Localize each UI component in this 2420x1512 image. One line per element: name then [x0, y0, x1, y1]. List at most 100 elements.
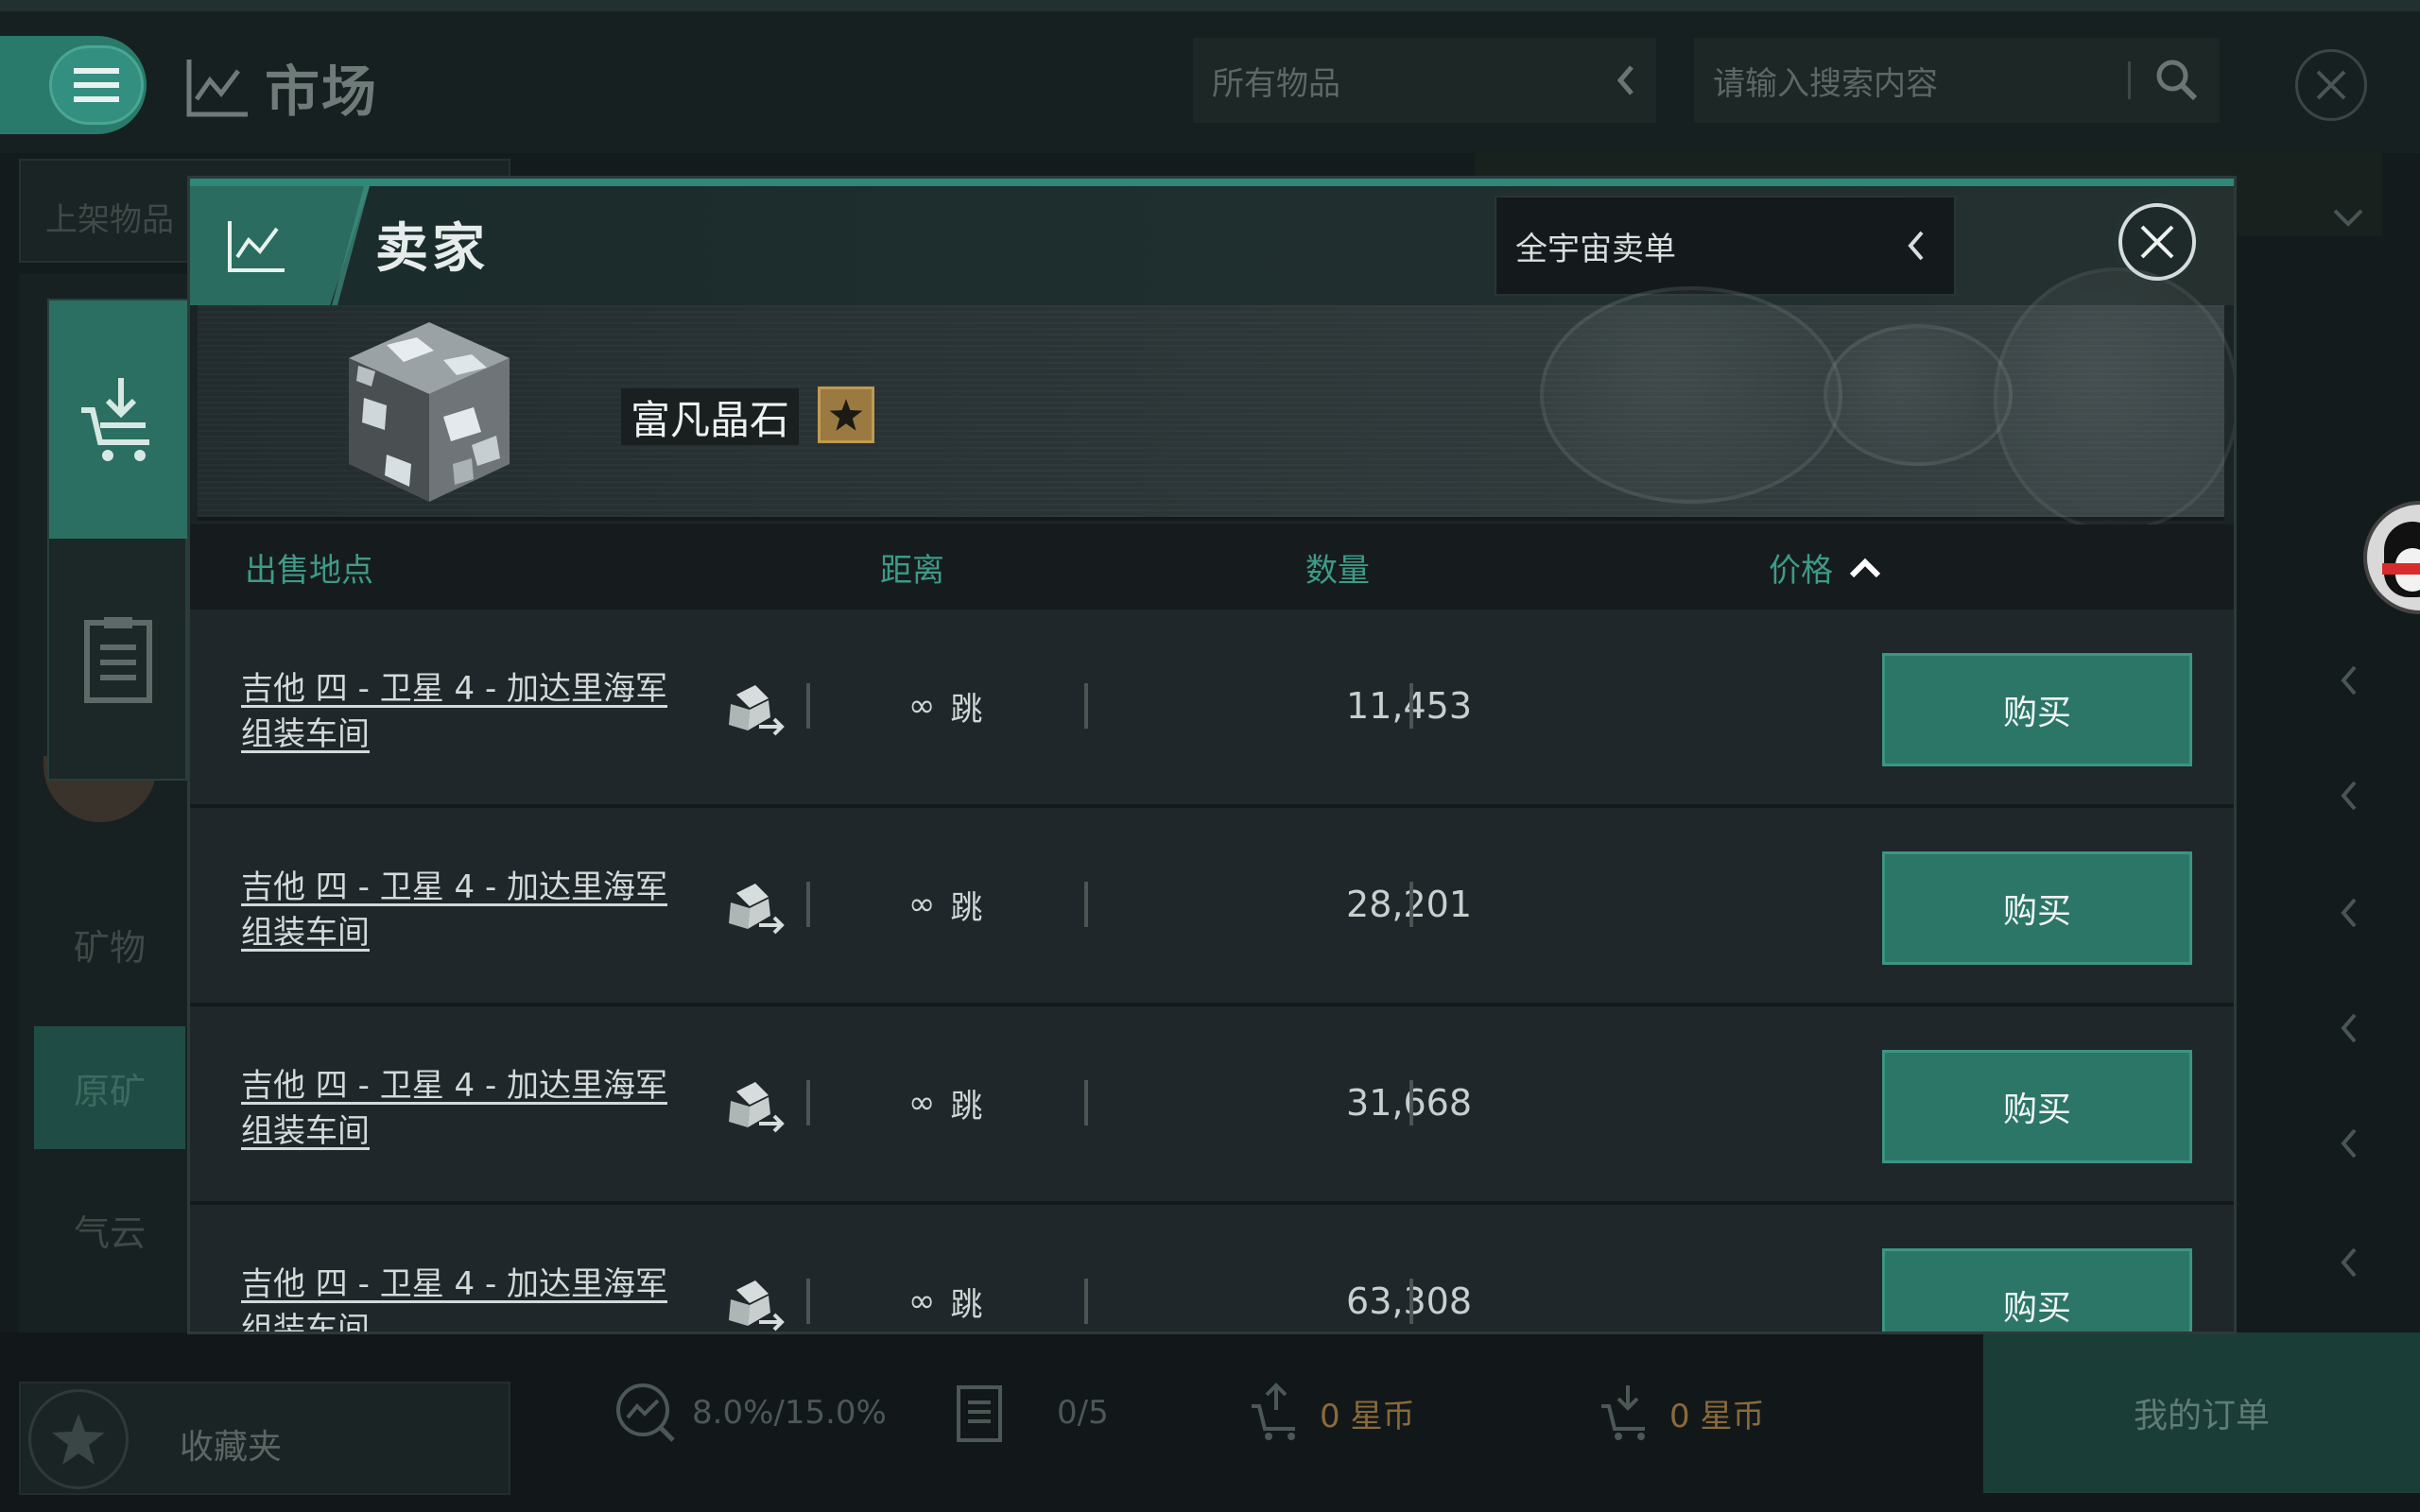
chevron-down-icon[interactable] [2329, 189, 2367, 246]
tax-chart-icon [616, 1383, 675, 1442]
distance-cell: ∞ 跳 [908, 1073, 982, 1133]
market-title-group: 市场 [185, 49, 378, 125]
order-scope-value: 全宇宙卖单 [1515, 230, 1676, 268]
orders-count: 0/5 [1057, 1394, 1109, 1432]
tax-stat: 8.0%/15.0% [614, 1380, 887, 1446]
avatar[interactable] [2363, 501, 2420, 614]
dock-sell-button[interactable] [49, 301, 187, 539]
distance-unit: 跳 [950, 1285, 983, 1324]
cart-upload-icon [1252, 1383, 1295, 1440]
market-title: 市场 [265, 60, 379, 124]
category-gas-cloud[interactable]: 气云 [34, 1168, 185, 1291]
column-divider [1409, 1279, 1413, 1324]
chevron-left-icon[interactable] [2329, 652, 2367, 709]
location-link[interactable]: 吉他 四 - 卫星 4 - 加达里海军 组装车间 [241, 1262, 714, 1333]
chevron-left-icon[interactable] [2329, 885, 2367, 941]
column-location[interactable]: 出售地点 [245, 524, 373, 610]
close-icon [2140, 225, 2174, 259]
column-divider [1409, 1080, 1413, 1125]
seller-order-list: 吉他 四 - 卫星 4 - 加达里海军 组装车间 ∞ 跳 11,453 100.… [190, 610, 2234, 1333]
star-icon [52, 1414, 105, 1465]
distance-cell: ∞ 跳 [908, 676, 982, 736]
listing-tab-label[interactable]: 上架物品 [45, 194, 174, 240]
distance-value: ∞ [908, 1282, 936, 1320]
penguin-scarf [2382, 563, 2420, 575]
distance-unit: 跳 [950, 888, 983, 927]
market-close-button[interactable] [2295, 49, 2367, 121]
category-filter-select[interactable]: 所有物品 [1193, 38, 1656, 123]
item-name: 富凡晶石 [621, 388, 800, 445]
buy-button[interactable]: 购买 [1882, 1248, 2192, 1332]
distance-cell: ∞ 跳 [908, 1271, 982, 1332]
sell-total-stat: 0 星币 [1248, 1380, 1414, 1446]
buy-button[interactable]: 购买 [1882, 851, 2192, 965]
tax-value: 8.0%/15.0% [692, 1394, 887, 1432]
quantity-cell: 31,668 [1230, 1073, 1472, 1133]
close-icon [2316, 70, 2346, 100]
chart-icon [228, 221, 285, 272]
location-link[interactable]: 吉他 四 - 卫星 4 - 加达里海军 组装车间 [241, 666, 714, 757]
table-row: 吉他 四 - 卫星 4 - 加达里海军 组装车间 ∞ 跳 31,668 109.… [190, 1006, 2234, 1201]
hamburger-icon [74, 68, 119, 102]
distance-value: ∞ [908, 687, 936, 725]
chevron-left-icon[interactable] [2329, 767, 2367, 824]
column-price[interactable]: 价格 [1769, 524, 1884, 610]
category-minerals[interactable]: 矿物 [34, 883, 185, 1005]
favorites-label: 收藏夹 [180, 1428, 283, 1467]
dock-arrow-icon[interactable] [721, 880, 789, 940]
quantity-cell: 11,453 [1230, 676, 1472, 736]
column-divider [1084, 1279, 1088, 1324]
order-scope-select[interactable]: 全宇宙卖单 [1495, 196, 1956, 296]
location-line1: 吉他 四 - 卫星 4 - 加达里海军 [241, 670, 668, 708]
dock-arrow-icon[interactable] [721, 681, 789, 742]
location-line1: 吉他 四 - 卫星 4 - 加达里海军 [241, 1265, 668, 1303]
orders-stat: 0/5 [955, 1380, 1109, 1446]
location-line2: 组装车间 [241, 1311, 370, 1333]
caret-up-icon [1849, 558, 1881, 578]
chart-icon [186, 60, 248, 117]
dock-arrow-icon[interactable] [721, 1277, 789, 1333]
quantity-cell: 63,308 [1230, 1271, 1472, 1332]
column-divider [806, 1080, 810, 1125]
distance-unit: 跳 [950, 1087, 983, 1125]
column-divider [1084, 1080, 1088, 1125]
banner-moon-decoration [1540, 286, 1842, 504]
dock-arrow-icon[interactable] [721, 1078, 789, 1139]
banner-moon-decoration [1824, 324, 2013, 466]
top-accent-line [0, 0, 2420, 11]
item-favorite-toggle[interactable] [818, 387, 874, 443]
buy-total-stat: 0 星币 [1598, 1380, 1764, 1446]
column-divider [806, 683, 810, 729]
my-orders-button[interactable]: 我的订单 [1983, 1332, 2420, 1493]
modal-title: 卖家 [375, 217, 489, 280]
column-divider [1409, 683, 1413, 729]
location-line2: 组装车间 [241, 914, 370, 952]
search-icon[interactable] [2153, 57, 2201, 104]
table-row: 吉他 四 - 卫星 4 - 加达里海军 组装车间 ∞ 跳 28,201 108.… [190, 808, 2234, 1003]
dock-orders-button[interactable] [49, 539, 187, 779]
chevron-left-icon[interactable] [2329, 1000, 2367, 1057]
category-raw-ore[interactable]: 原矿 [34, 1026, 185, 1149]
column-divider [1084, 683, 1088, 729]
column-price-label: 价格 [1769, 551, 1833, 590]
buy-button[interactable]: 购买 [1882, 653, 2192, 766]
menu-button[interactable] [49, 45, 144, 125]
search-divider [2128, 61, 2131, 99]
chevron-left-icon[interactable] [2329, 1234, 2367, 1291]
buy-button[interactable]: 购买 [1882, 1050, 2192, 1163]
location-link[interactable]: 吉他 四 - 卫星 4 - 加达里海军 组装车间 [241, 865, 714, 955]
quantity-cell: 28,201 [1230, 874, 1472, 935]
cart-download-icon [1601, 1385, 1645, 1440]
column-distance[interactable]: 距离 [880, 524, 944, 610]
ore-item-image [349, 322, 510, 502]
modal-accent-bar [190, 179, 2234, 186]
distance-value: ∞ [908, 1084, 936, 1122]
location-line2: 组装车间 [241, 1112, 370, 1150]
distance-value: ∞ [908, 885, 936, 923]
column-quantity[interactable]: 数量 [1305, 524, 1370, 610]
location-link[interactable]: 吉他 四 - 卫星 4 - 加达里海军 组装车间 [241, 1063, 714, 1154]
sell-total-value: 0 星币 [1320, 1397, 1415, 1435]
location-line2: 组装车间 [241, 715, 370, 753]
search-input[interactable]: 请输入搜索内容 [1694, 38, 2220, 123]
chevron-left-icon[interactable] [2329, 1115, 2367, 1172]
